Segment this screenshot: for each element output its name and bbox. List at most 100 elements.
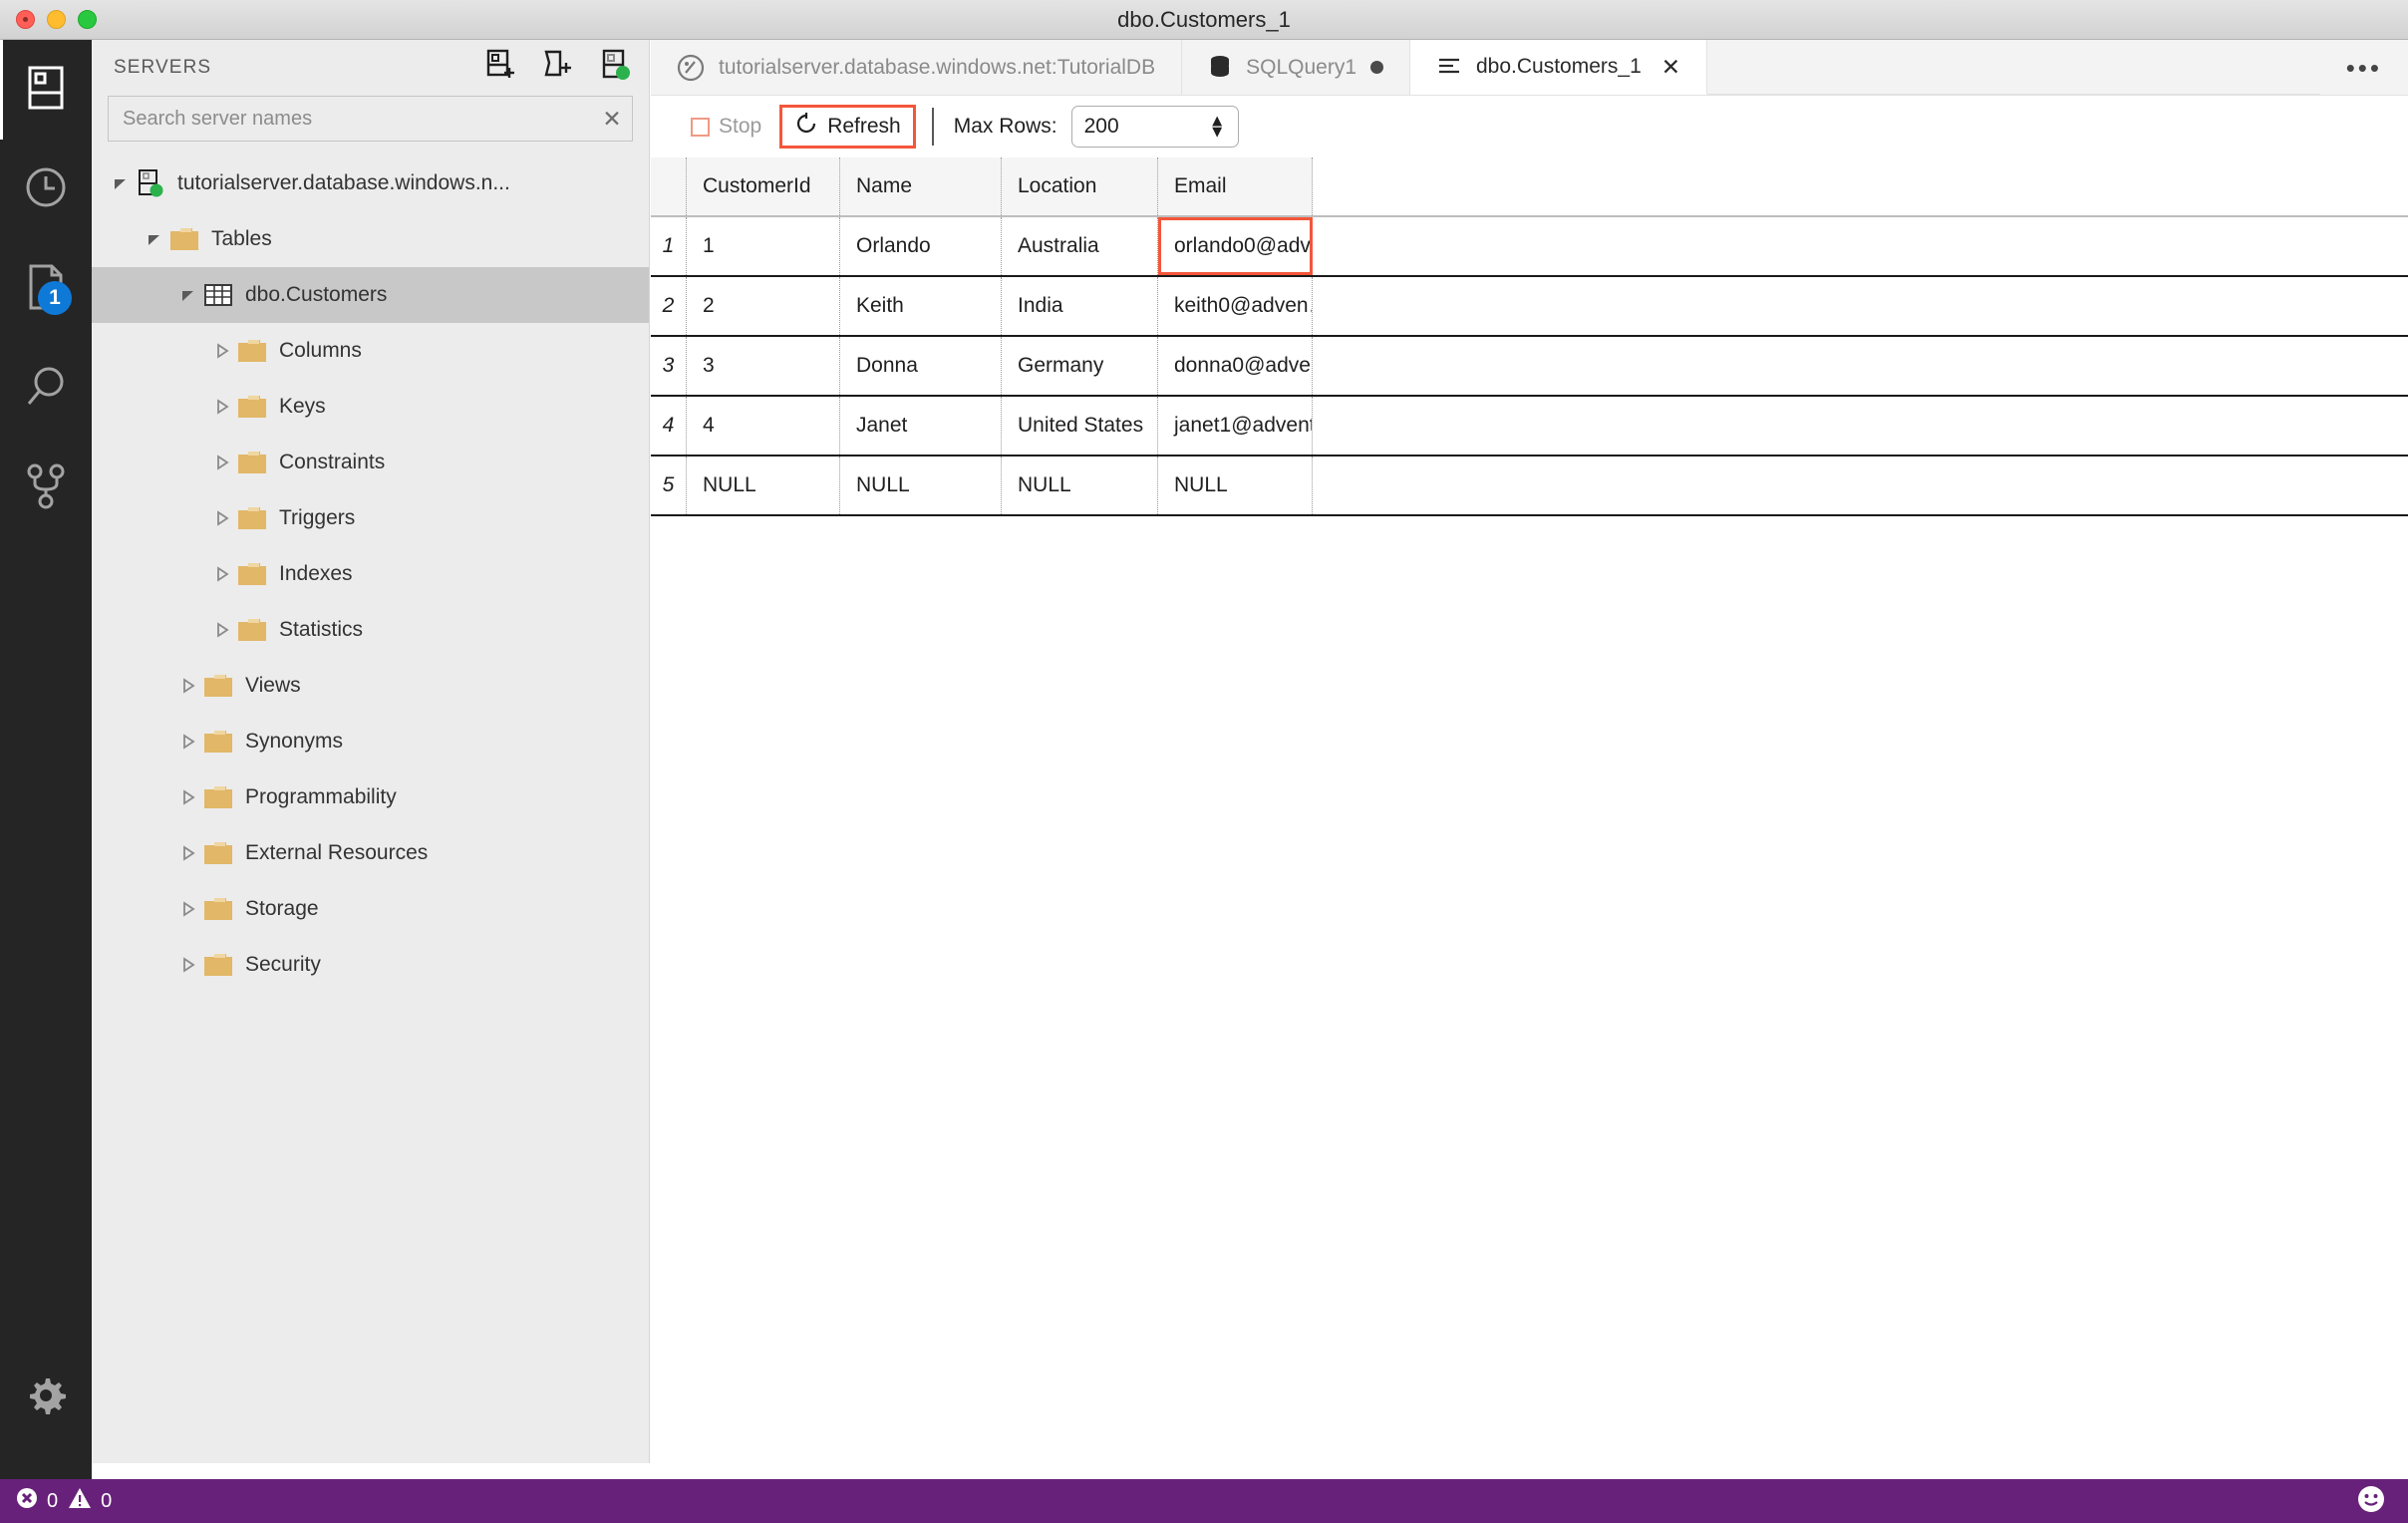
- tree-item-programmability[interactable]: Programmability: [92, 769, 649, 825]
- grid-cell[interactable]: Australia: [1002, 217, 1158, 275]
- tree-item-synonyms[interactable]: Synonyms: [92, 714, 649, 769]
- grid-cell[interactable]: Germany: [1002, 337, 1158, 395]
- tree-item-dbo-customers[interactable]: dbo.Customers: [92, 267, 649, 323]
- grid-cell[interactable]: NULL: [687, 457, 840, 514]
- table-row[interactable]: 22KeithIndiakeith0@adven…: [651, 277, 2408, 337]
- sidebar-title: SERVERS: [114, 57, 212, 78]
- table-row[interactable]: 33DonnaGermanydonna0@adve…: [651, 337, 2408, 397]
- grid-cell[interactable]: India: [1002, 277, 1158, 335]
- tree-item-keys[interactable]: Keys: [92, 379, 649, 435]
- chevron-right-icon[interactable]: [209, 435, 235, 490]
- search-input[interactable]: [109, 107, 592, 131]
- refresh-button[interactable]: Refresh: [779, 105, 916, 149]
- tree-item-indexes[interactable]: Indexes: [92, 546, 649, 602]
- status-warnings[interactable]: 0: [68, 1487, 112, 1515]
- stepper-arrows-icon[interactable]: ▲ ▼: [1209, 112, 1226, 141]
- server-connected-icon[interactable]: [599, 49, 631, 88]
- refresh-button-label: Refresh: [827, 115, 901, 138]
- chevron-down-icon[interactable]: [142, 211, 167, 267]
- grid-cell[interactable]: United States: [1002, 397, 1158, 455]
- close-icon[interactable]: ✕: [592, 97, 632, 141]
- folder-icon: [235, 617, 269, 643]
- chevron-down-icon[interactable]: [175, 267, 201, 323]
- max-rows-select[interactable]: 200 ▲ ▼: [1070, 106, 1239, 148]
- editor-tab-tutorialserver-database-windows-net-tutorialdb[interactable]: tutorialserver.database.windows.net:Tuto…: [651, 40, 1183, 95]
- tree-item-label: Tables: [211, 227, 272, 250]
- tree-item-columns[interactable]: Columns: [92, 323, 649, 379]
- chevron-right-icon[interactable]: [209, 379, 235, 435]
- activity-item-servers[interactable]: [0, 40, 92, 140]
- editor-tab-sqlquery1[interactable]: SQLQuery1: [1182, 40, 1410, 95]
- source-control-branch-icon: [24, 463, 68, 514]
- grid-cell[interactable]: 3: [687, 337, 840, 395]
- result-toolbar: Stop Refresh Max Rows: 200 ▲ ▼: [651, 96, 2408, 157]
- chevron-right-icon[interactable]: [175, 937, 201, 993]
- grid-cell[interactable]: Donna: [840, 337, 1002, 395]
- folder-icon: [201, 729, 235, 755]
- tree-item-tables[interactable]: Tables: [92, 211, 649, 267]
- grid-cell[interactable]: 2: [687, 277, 840, 335]
- add-connection-icon[interactable]: [483, 49, 515, 88]
- tree-item-statistics[interactable]: Statistics: [92, 602, 649, 658]
- chevron-right-icon[interactable]: [209, 546, 235, 602]
- activity-item-search[interactable]: [0, 339, 92, 439]
- chevron-right-icon[interactable]: [209, 323, 235, 379]
- chevron-right-icon[interactable]: [209, 602, 235, 658]
- chevron-right-icon[interactable]: [175, 714, 201, 769]
- activity-item-source-control[interactable]: [0, 439, 92, 538]
- activity-item-settings[interactable]: [0, 1348, 92, 1447]
- grid-column-header[interactable]: Email: [1158, 157, 1313, 215]
- chevron-right-icon[interactable]: [209, 490, 235, 546]
- tree-item-constraints[interactable]: Constraints: [92, 435, 649, 490]
- server-search-box[interactable]: ✕: [108, 96, 633, 142]
- grid-cell[interactable]: keith0@adven…: [1158, 277, 1313, 335]
- errors-count: 0: [47, 1489, 59, 1512]
- tab-actions-more-icon[interactable]: •••: [2320, 40, 2408, 95]
- smiley-icon[interactable]: [2356, 1484, 2386, 1519]
- grid-cell[interactable]: 1: [687, 217, 840, 275]
- tree-item-storage[interactable]: Storage: [92, 881, 649, 937]
- grid-cell[interactable]: NULL: [1158, 457, 1313, 514]
- tree-item-triggers[interactable]: Triggers: [92, 490, 649, 546]
- grid-cell[interactable]: NULL: [840, 457, 1002, 514]
- grid-cell[interactable]: orlando0@adv…: [1158, 217, 1313, 275]
- tree-item-external-resources[interactable]: External Resources: [92, 825, 649, 881]
- tree-item-security[interactable]: Security: [92, 937, 649, 993]
- tree-item-views[interactable]: Views: [92, 658, 649, 714]
- grid-column-header[interactable]: Name: [840, 157, 1002, 215]
- tree-item-label: Storage: [245, 897, 319, 920]
- max-rows-value: 200: [1083, 115, 1119, 138]
- chevron-right-icon[interactable]: [175, 825, 201, 881]
- editor-tab-label: tutorialserver.database.windows.net:Tuto…: [719, 55, 1156, 79]
- table-row[interactable]: 5 NULL NULL NULL NULL: [651, 457, 2408, 516]
- status-errors[interactable]: 0: [16, 1487, 58, 1515]
- search-magnifier-icon: [24, 365, 68, 414]
- warnings-count: 0: [101, 1489, 113, 1512]
- chevron-right-icon[interactable]: [175, 881, 201, 937]
- grid-cell[interactable]: Orlando: [840, 217, 1002, 275]
- chevron-right-icon[interactable]: [175, 769, 201, 825]
- grid-cell[interactable]: Janet: [840, 397, 1002, 455]
- chevron-down-icon[interactable]: [108, 155, 134, 211]
- activity-item-open-editors[interactable]: 1: [0, 239, 92, 339]
- max-rows-label: Max Rows:: [953, 115, 1057, 138]
- table-row[interactable]: 44JanetUnited Statesjanet1@advent…: [651, 397, 2408, 457]
- grid-cell[interactable]: janet1@advent…: [1158, 397, 1313, 455]
- grid-column-header[interactable]: Location: [1002, 157, 1158, 215]
- add-server-group-icon[interactable]: [541, 49, 573, 88]
- close-icon[interactable]: ✕: [1661, 54, 1680, 81]
- chevron-right-icon[interactable]: [175, 658, 201, 714]
- unsaved-changes-dot-icon: [1370, 61, 1383, 74]
- grid-cell[interactable]: NULL: [1002, 457, 1158, 514]
- row-number: 2: [651, 277, 687, 335]
- row-number: 3: [651, 337, 687, 395]
- activity-item-history[interactable]: [0, 140, 92, 239]
- editor-tab-dbo-customers-1[interactable]: dbo.Customers_1 ✕: [1410, 40, 1708, 95]
- stop-button[interactable]: Stop: [681, 109, 771, 145]
- table-row[interactable]: 11OrlandoAustraliaorlando0@adv…: [651, 217, 2408, 277]
- grid-cell[interactable]: Keith: [840, 277, 1002, 335]
- grid-cell[interactable]: donna0@adve…: [1158, 337, 1313, 395]
- tree-item-tutorialserver-database-windows-n[interactable]: tutorialserver.database.windows.n...: [92, 155, 649, 211]
- grid-column-header[interactable]: CustomerId: [687, 157, 840, 215]
- grid-cell[interactable]: 4: [687, 397, 840, 455]
